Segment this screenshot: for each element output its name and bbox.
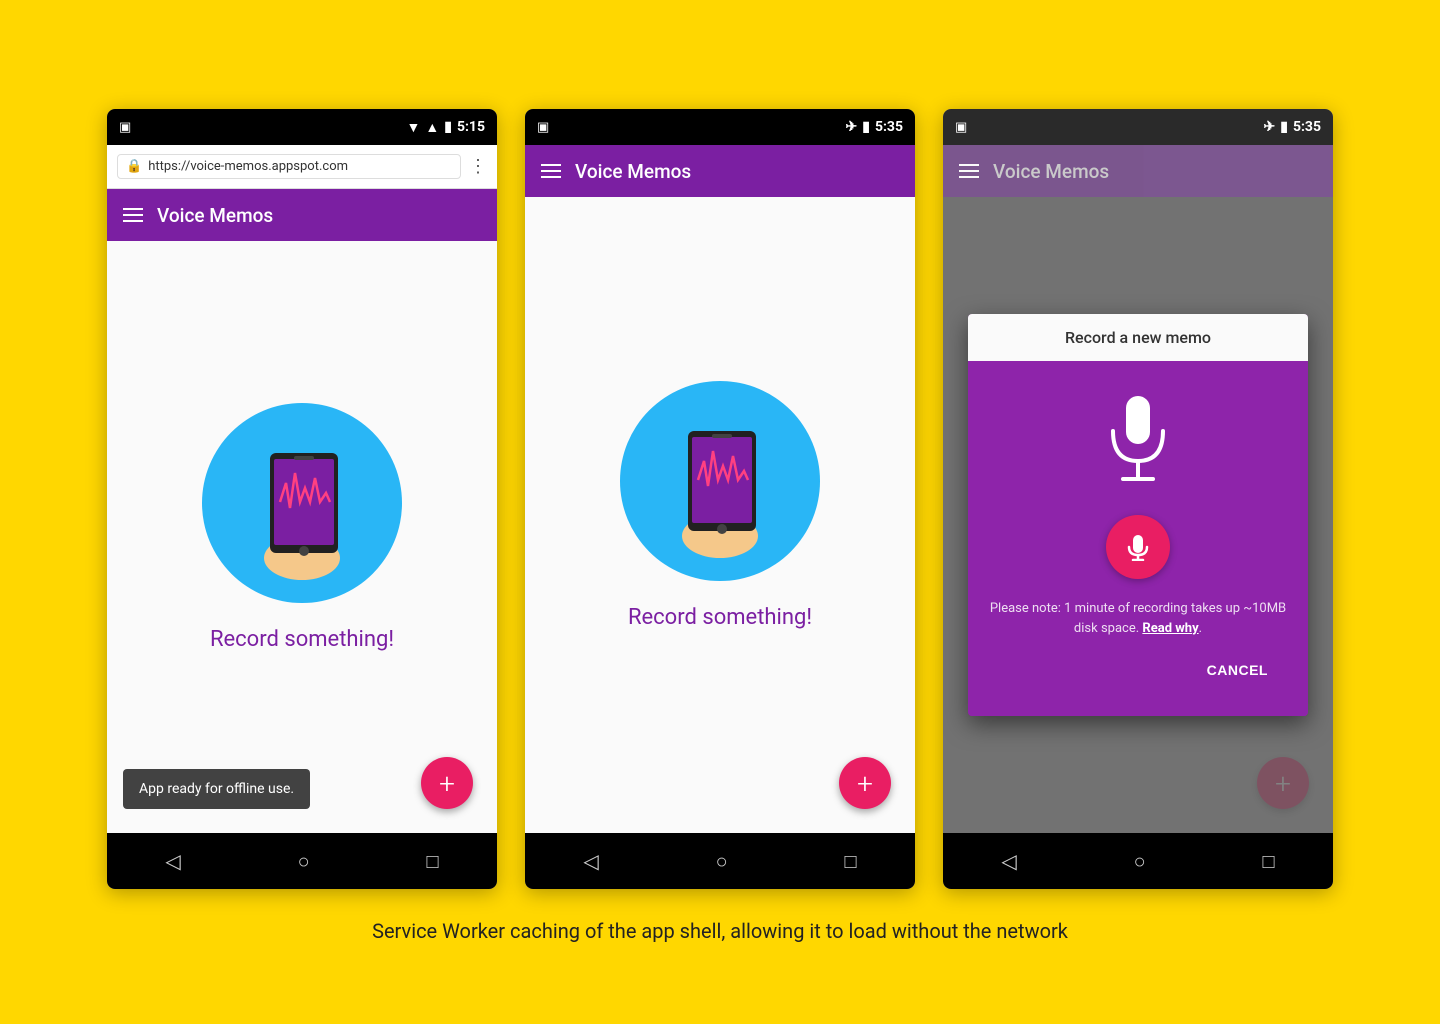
sim-icon: ▣ [119, 120, 131, 135]
home-nav-icon[interactable]: ○ [1134, 849, 1146, 874]
record-dialog: Record a new memo [968, 314, 1308, 716]
home-nav-icon[interactable]: ○ [716, 849, 728, 874]
phone-waveform-svg [232, 423, 372, 583]
battery-icon: ▮ [862, 119, 870, 135]
read-why-link[interactable]: Read why [1142, 621, 1198, 636]
phone3-app-bar: Voice Memos [943, 145, 1333, 197]
snackbar: App ready for offline use. [123, 769, 310, 809]
time-label: 5:35 [875, 119, 903, 135]
phone1-content: Record something! App ready for offline … [107, 241, 497, 833]
cancel-button[interactable]: CANCEL [1195, 654, 1280, 686]
record-button[interactable] [1106, 515, 1170, 579]
mic-small-icon [1124, 533, 1152, 561]
time-label: 5:35 [1293, 119, 1321, 135]
phone2-content: Record something! + [525, 197, 915, 833]
dialog-actions: CANCEL [988, 654, 1288, 696]
phone-illustration [202, 403, 402, 603]
phone3-frame: ▣ ✈ ▮ 5:35 Voice Memos [943, 109, 1333, 889]
home-nav-icon[interactable]: ○ [298, 849, 310, 874]
recents-nav-icon[interactable]: □ [1262, 849, 1274, 874]
phone1-nav-bar: ◁ ○ □ [107, 833, 497, 889]
microphone-icon [1098, 391, 1178, 491]
signal-icon: ▲ [425, 119, 439, 136]
browser-menu-icon[interactable]: ⋮ [469, 156, 487, 177]
phone1-app-bar: Voice Memos [107, 189, 497, 241]
hamburger-icon[interactable] [123, 208, 143, 222]
fab-button[interactable]: + [839, 757, 891, 809]
time-label: 5:15 [457, 119, 485, 135]
dialog-title: Record a new memo [968, 314, 1308, 361]
airplane-icon: ✈ [846, 119, 858, 135]
phone3-status-bar: ▣ ✈ ▮ 5:35 [943, 109, 1333, 145]
dialog-body: Please note: 1 minute of recording takes… [968, 361, 1308, 716]
back-nav-icon[interactable]: ◁ [1001, 849, 1016, 873]
recents-nav-icon[interactable]: □ [426, 849, 438, 874]
sim-icon: ▣ [537, 120, 549, 135]
back-nav-icon[interactable]: ◁ [165, 849, 180, 873]
record-something-text: Record something! [210, 627, 394, 652]
phone2-app-bar: Voice Memos [525, 145, 915, 197]
wifi-icon: ▼ [407, 119, 421, 136]
back-nav-icon[interactable]: ◁ [583, 849, 598, 873]
lock-icon: 🔒 [126, 159, 142, 174]
app-bar-title: Voice Memos [575, 160, 691, 183]
app-bar-title: Voice Memos [157, 204, 273, 227]
phone1-frame: ▣ ▼ ▲ ▮ 5:15 🔒 https://voice-memos.appsp… [107, 109, 497, 889]
phone2-nav-bar: ◁ ○ □ [525, 833, 915, 889]
airplane-icon: ✈ [1264, 119, 1276, 135]
phones-container: ▣ ▼ ▲ ▮ 5:15 🔒 https://voice-memos.appsp… [107, 109, 1333, 889]
phone2-status-bar: ▣ ✈ ▮ 5:35 [525, 109, 915, 145]
fab-button[interactable]: + [421, 757, 473, 809]
url-text: https://voice-memos.appspot.com [148, 159, 348, 174]
sim-icon: ▣ [955, 120, 967, 135]
phone-illustration [620, 381, 820, 581]
phone3-content-wrapper: Record a new memo [943, 197, 1333, 833]
battery-icon: ▮ [1280, 119, 1288, 135]
dim-overlay: Record a new memo [943, 197, 1333, 833]
record-something-text: Record something! [628, 605, 812, 630]
phone3-nav-bar: ◁ ○ □ [943, 833, 1333, 889]
recents-nav-icon[interactable]: □ [844, 849, 856, 874]
app-bar-title: Voice Memos [993, 160, 1109, 183]
url-bar[interactable]: 🔒 https://voice-memos.appspot.com [117, 154, 461, 179]
caption: Service Worker caching of the app shell,… [372, 917, 1068, 945]
phone-waveform-svg2 [650, 401, 790, 561]
phone2-frame: ▣ ✈ ▮ 5:35 Voice Memos [525, 109, 915, 889]
battery-icon: ▮ [444, 119, 452, 135]
hamburger-icon[interactable] [959, 164, 979, 178]
hamburger-icon[interactable] [541, 164, 561, 178]
browser-bar: 🔒 https://voice-memos.appspot.com ⋮ [107, 145, 497, 189]
phone1-status-bar: ▣ ▼ ▲ ▮ 5:15 [107, 109, 497, 145]
dialog-note: Please note: 1 minute of recording takes… [988, 599, 1288, 638]
